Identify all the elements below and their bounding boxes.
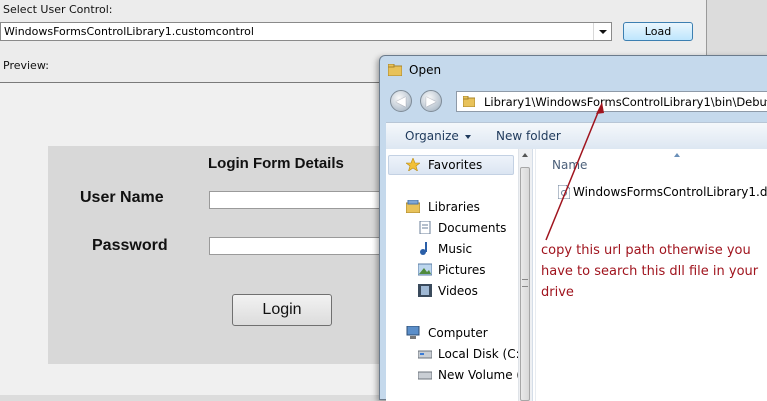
login-button[interactable]: Login — [232, 294, 332, 326]
dialog-toolbar: Organize New folder — [386, 122, 767, 150]
login-form-title: Login Form Details — [208, 155, 344, 172]
nav-item-new-volume[interactable]: New Volume (I — [438, 368, 525, 382]
drive-icon — [418, 371, 432, 380]
open-dialog: Open ◀ ▶ Library1\WindowsFormsControlLib… — [379, 55, 767, 401]
nav-item-libraries[interactable]: Libraries — [428, 200, 480, 214]
computer-icon — [406, 326, 420, 339]
chevron-up-icon[interactable] — [522, 153, 528, 157]
nav-item-computer[interactable]: Computer — [428, 326, 488, 340]
navigation-pane: Favorites Libraries Documents Music Pict… — [386, 149, 533, 401]
library-icon — [406, 200, 420, 213]
dll-file-icon — [558, 185, 570, 199]
column-header-name[interactable]: Name — [552, 158, 587, 172]
document-icon — [419, 221, 431, 234]
nav-item-local-disk[interactable]: Local Disk (C:) — [438, 347, 524, 361]
forward-arrow-icon[interactable]: ▶ — [420, 90, 442, 112]
chevron-down-icon[interactable] — [593, 23, 611, 40]
dialog-title: Open — [409, 63, 442, 77]
annotation-note: copy this url path otherwise you have to… — [541, 243, 759, 300]
drive-icon — [418, 350, 432, 359]
nav-scrollbar[interactable] — [518, 149, 532, 401]
new-folder-button[interactable]: New folder — [496, 129, 561, 143]
username-label: User Name — [80, 189, 164, 206]
dialog-titlebar[interactable]: Open — [380, 56, 767, 84]
nav-item-favorites[interactable]: Favorites — [428, 158, 482, 172]
nav-item-documents[interactable]: Documents — [438, 221, 506, 235]
select-user-control-label: Select User Control: — [3, 3, 113, 16]
sort-arrow-icon — [674, 153, 680, 157]
password-label: Password — [92, 237, 168, 254]
back-arrow-icon[interactable]: ◀ — [390, 90, 412, 112]
organize-button[interactable]: Organize — [405, 129, 471, 143]
folder-icon — [388, 64, 402, 76]
nav-item-music[interactable]: Music — [438, 242, 472, 256]
address-path: Library1\WindowsFormsControlLibrary1\bin… — [484, 95, 767, 109]
address-bar[interactable]: Library1\WindowsFormsControlLibrary1\bin… — [456, 91, 767, 112]
combo-value: WindowsFormsControlLibrary1.customcontro… — [4, 25, 254, 38]
login-form-panel: Login Form Details User Name Password Lo… — [48, 146, 388, 364]
password-input[interactable] — [209, 237, 388, 255]
star-icon — [406, 158, 420, 171]
music-icon — [420, 242, 427, 255]
grip-icon — [522, 279, 528, 287]
user-control-combobox[interactable]: WindowsFormsControlLibrary1.customcontro… — [0, 22, 612, 41]
folder-icon — [463, 96, 475, 107]
load-button[interactable]: Load — [623, 22, 693, 41]
preview-label: Preview: — [3, 59, 49, 72]
username-input[interactable] — [209, 191, 388, 209]
file-item[interactable]: WindowsFormsControlLibrary1.dll — [573, 185, 767, 199]
column-separator — [535, 149, 536, 401]
picture-icon — [418, 263, 432, 276]
video-icon — [418, 284, 432, 297]
nav-item-pictures[interactable]: Pictures — [438, 263, 486, 277]
chevron-down-icon — [464, 134, 471, 139]
nav-item-videos[interactable]: Videos — [438, 284, 478, 298]
